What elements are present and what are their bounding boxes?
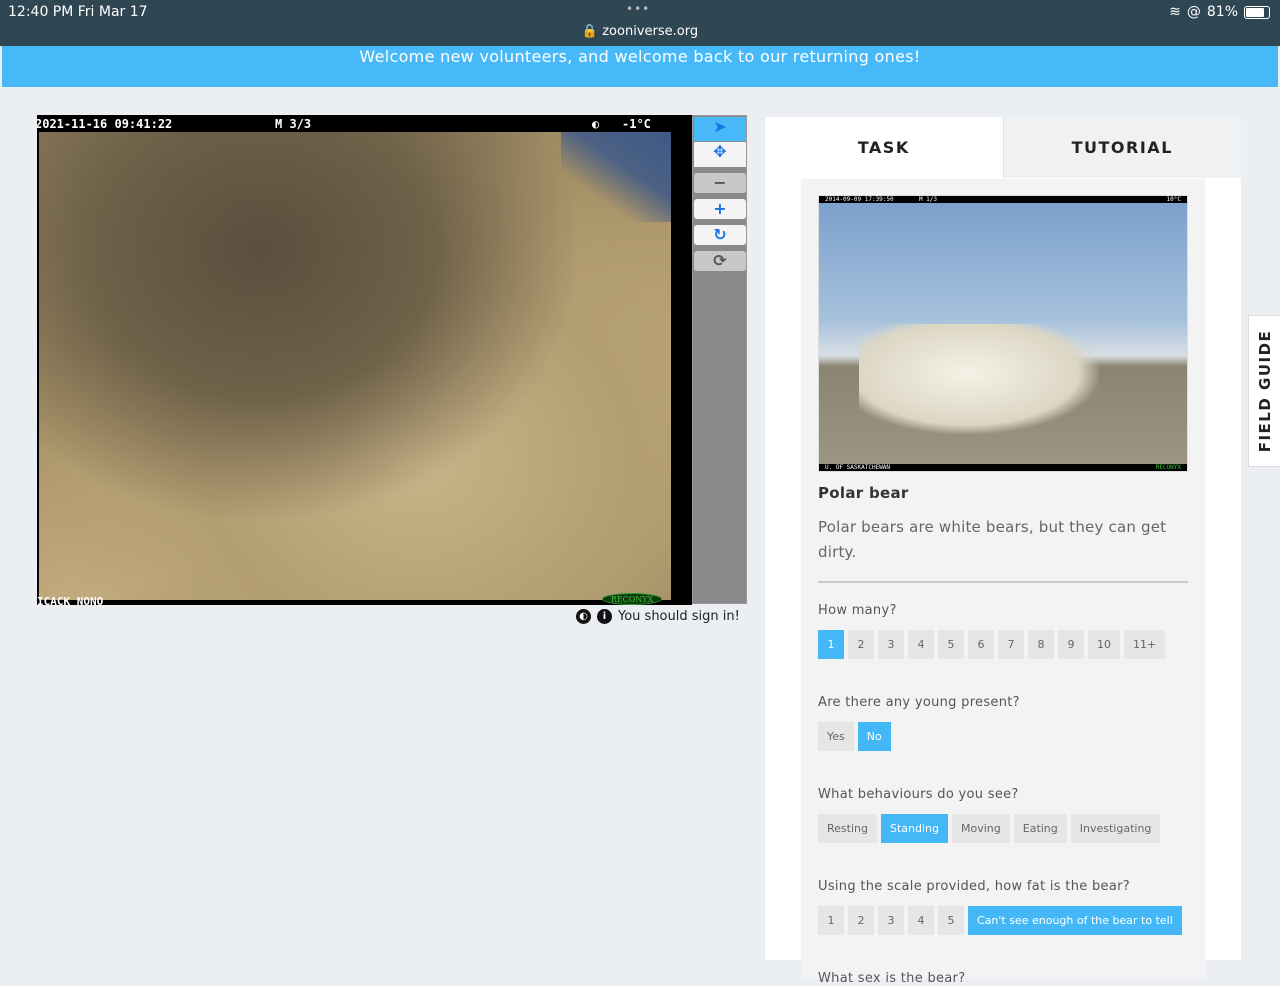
answer-option[interactable]: 9 <box>1058 630 1084 659</box>
minus-icon: − <box>713 173 727 192</box>
answer-option[interactable]: 1 <box>818 630 844 659</box>
zoom-in-button[interactable]: + <box>694 199 746 219</box>
answer-option[interactable]: 5 <box>938 630 964 659</box>
field-guide-button[interactable]: FIELD GUIDE <box>1248 315 1280 467</box>
ref-timestamp: 2014-09-09 17:39:50 <box>825 196 894 203</box>
answer-option[interactable]: 7 <box>998 630 1024 659</box>
pan-button[interactable]: ✥ <box>694 142 746 167</box>
answer-option[interactable]: Resting <box>818 814 877 843</box>
answer-options: 1 2 3 4 5 6 7 8 9 10 11+ <box>818 630 1188 659</box>
address-bar[interactable]: 🔒 zooniverse.org <box>0 24 1280 39</box>
species-title: Polar bear <box>818 484 909 502</box>
battery-icon <box>1244 5 1270 19</box>
image-timestamp: 2021-11-16 09:41:22 <box>37 117 173 131</box>
answer-option[interactable]: 3 <box>878 630 904 659</box>
image-frame: M 3/3 <box>275 117 312 131</box>
announcement-banner: Welcome new volunteers, and welcome back… <box>2 46 1278 87</box>
species-description: Polar bears are white bears, but they ca… <box>818 518 1167 561</box>
location-icon: @ <box>1186 4 1201 20</box>
answer-option[interactable]: 3 <box>878 906 904 935</box>
moon-icon: ◐ <box>592 117 600 131</box>
question-label: How many? <box>818 603 897 618</box>
question-label: What sex is the bear? <box>818 971 966 986</box>
annotate-pointer-button[interactable]: ➤ <box>694 117 746 141</box>
answer-options: 1 2 3 4 5 Can't see enough of the bear to tel… <box>818 906 1188 935</box>
classifier-panel: TASK TUTORIAL 2014-09-09 17:39:50 M 1/3 1… <box>765 117 1241 986</box>
contrast-icon[interactable]: ◐ <box>576 609 591 624</box>
zoom-out-button[interactable]: − <box>694 173 746 193</box>
plus-icon: + <box>713 199 727 218</box>
status-icons: ≋ @ 81% <box>1169 4 1270 20</box>
task-content: 2014-09-09 17:39:50 M 1/3 10°C U. OF SASK… <box>801 179 1205 986</box>
tab-task[interactable]: TASK <box>765 117 1003 178</box>
ref-brand: RECONYX <box>1155 464 1181 471</box>
question-label: What behaviours do you see? <box>818 787 1019 802</box>
rotate-icon: ↻ <box>713 225 727 244</box>
reconyx-logo: RECONYX <box>602 593 662 605</box>
ref-frame: M 1/3 <box>918 196 937 203</box>
answer-option[interactable]: 4 <box>908 630 934 659</box>
tab-tutorial[interactable]: TUTORIAL <box>1002 117 1241 178</box>
image-sky-corner <box>561 132 671 222</box>
polar-bear-figure <box>859 324 1099 434</box>
ref-temp: 10°C <box>1166 196 1181 203</box>
status-time: 12:40 PM Fri Mar 17 <box>8 4 148 20</box>
reference-image: 2014-09-09 17:39:50 M 1/3 10°C U. OF SASK… <box>818 195 1188 472</box>
answer-option[interactable]: 4 <box>908 906 934 935</box>
answer-option[interactable]: 5 <box>938 906 964 935</box>
image-footer: ICACK NONO <box>37 595 104 605</box>
wifi-icon: ≋ <box>1169 4 1181 20</box>
field-guide-label: FIELD GUIDE <box>1255 329 1274 453</box>
answer-option[interactable]: 11+ <box>1124 630 1166 659</box>
more-icon[interactable]: ••• <box>626 2 650 16</box>
ref-image-header: 2014-09-09 17:39:50 M 1/3 10°C <box>819 196 1187 203</box>
battery-level: 81% <box>1206 4 1238 20</box>
reset-button[interactable]: ⟳ <box>694 251 746 271</box>
sign-in-text[interactable]: You should sign in! <box>618 609 740 624</box>
divider <box>818 581 1188 583</box>
answer-option[interactable]: 10 <box>1088 630 1120 659</box>
image-temp: -1°C <box>622 117 651 131</box>
refresh-icon: ⟳ <box>713 251 727 270</box>
image-toolbar: ➤ ✥ − + ↻ ⟳ <box>692 115 747 604</box>
answer-option[interactable]: 2 <box>848 630 874 659</box>
answer-option[interactable]: No <box>857 722 891 751</box>
questions: How many? 1 2 3 4 5 6 7 8 9 10 11+ Are there any you… <box>818 603 1188 986</box>
rotate-button[interactable]: ↻ <box>694 225 746 245</box>
answer-options: Resting Standing Moving Eating Investigating <box>818 814 1188 843</box>
answer-option[interactable]: Standing <box>880 814 948 843</box>
answer-option[interactable]: 6 <box>968 630 994 659</box>
ref-image-footer: U. OF SASKATCHEWAN RECONYX <box>819 464 1187 471</box>
ref-footer: U. OF SASKATCHEWAN <box>825 464 891 471</box>
answer-option[interactable]: 8 <box>1028 630 1054 659</box>
answer-option[interactable]: 1 <box>818 906 844 935</box>
url-text: zooniverse.org <box>602 24 699 39</box>
answer-options: Yes No <box>818 722 1188 751</box>
answer-option[interactable]: Can't see enough of the bear to tell <box>968 906 1182 935</box>
move-icon: ✥ <box>713 142 727 161</box>
subject-image-viewer[interactable]: 2021-11-16 09:41:22 M 3/3 ◐ -1°C ICACK N… <box>37 115 692 605</box>
status-bar: 12:40 PM Fri Mar 17 ••• 🔒 zooniverse.org… <box>0 0 1280 46</box>
answer-option[interactable]: 2 <box>848 906 874 935</box>
answer-option[interactable]: Yes <box>818 722 854 751</box>
sign-in-notice: ◐ i You should sign in! <box>576 609 740 624</box>
answer-option[interactable]: Investigating <box>1070 814 1161 843</box>
question-label: Are there any young present? <box>818 695 1020 710</box>
answer-option[interactable]: Eating <box>1013 814 1067 843</box>
answer-option[interactable]: Moving <box>952 814 1010 843</box>
info-icon[interactable]: i <box>597 609 612 624</box>
question-label: Using the scale provided, how fat is the… <box>818 879 1130 894</box>
pointer-icon: ➤ <box>713 117 727 136</box>
